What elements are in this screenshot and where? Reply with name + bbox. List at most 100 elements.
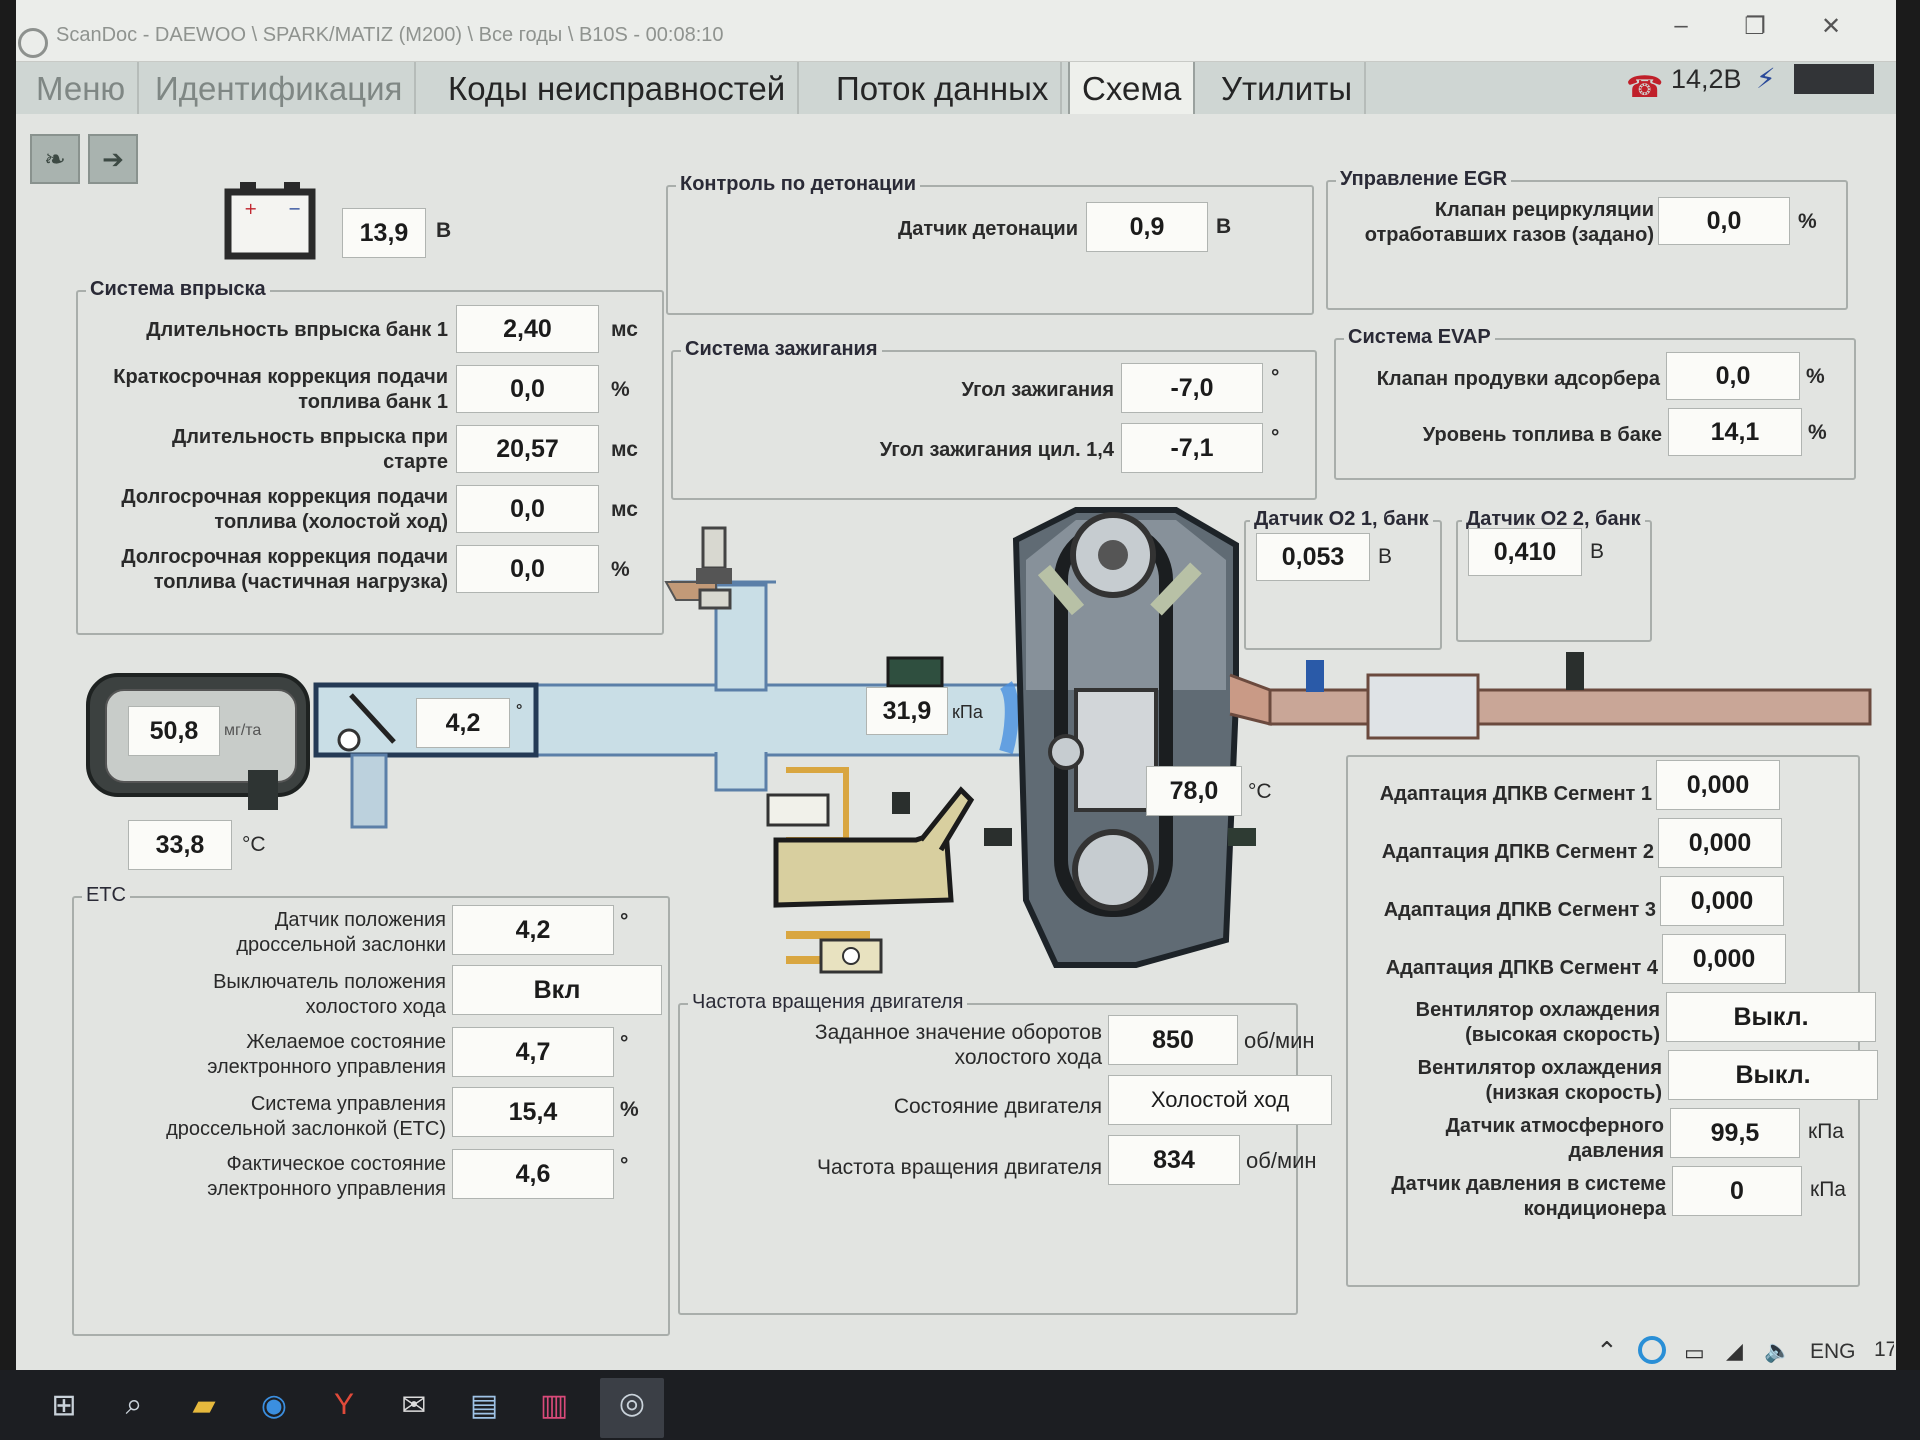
volume-icon[interactable]: 🔈 [1764,1338,1791,1364]
fan-low-label: Вентилятор охлаждения (низкая скорость) [1417,1057,1662,1104]
etc-unit-3: ° [620,1032,629,1055]
battery-tray-icon[interactable]: ▭ [1684,1340,1705,1366]
adapt-label-4: Адаптация ДПКВ Сегмент 4 [1385,957,1658,979]
injection-system-title: Система впрыска [86,278,270,301]
notepad-icon[interactable]: ▤ [462,1388,506,1423]
baro-sensor-label: Датчик атмосферного давления [1445,1115,1664,1162]
injection-unit-1: мс [611,318,638,341]
o2-sensor-2-value: 0,410 [1468,528,1582,576]
knock-control-title: Контроль по детонации [676,173,921,196]
clock[interactable]: 17:00 [1874,1338,1894,1362]
ac-pressure-value: 0 [1672,1166,1802,1216]
fan-high-value: Выкл. [1666,992,1876,1042]
etc-label-5: Фактическое состояние электронного управ… [207,1153,446,1200]
engine-state-value: Холостой ход [1108,1075,1332,1125]
language-indicator[interactable]: ENG [1810,1340,1856,1364]
engine-state-label: Состояние двигателя [893,1095,1102,1118]
evap-unit-2: % [1808,421,1827,444]
fuel-tank-icon [766,767,975,974]
o2-sensor-2-icon [1566,652,1584,690]
engine-icon [984,507,1256,968]
cortana-icon[interactable] [1638,1336,1666,1364]
egr-valve-unit: % [1798,210,1817,233]
o2-sensor-1-unit: В [1378,545,1393,568]
engine-speed-value: 834 [1108,1135,1240,1185]
battery-icon: + − [224,182,316,260]
map-unit: кПа [952,702,983,722]
knock-control-group: Контроль по детонации [666,173,1314,315]
adapt-value-4: 0,000 [1662,934,1786,984]
books-icon[interactable]: ▥ [532,1388,576,1423]
search-icon[interactable]: ⌕ [112,1388,156,1422]
coolant-temp-value: 78,0 [1146,766,1242,816]
map-value: 31,9 [866,687,948,735]
ignition-unit-1: ° [1271,366,1280,389]
etc-label-3: Желаемое состояние электронного управлен… [207,1031,446,1078]
knock-sensor-value: 0,9 [1086,202,1208,252]
folder-icon[interactable]: ▰ [182,1388,226,1423]
evap-label-1: Клапан продувки адсорбера [1376,368,1660,390]
ac-pressure-unit: кПа [1810,1178,1846,1201]
injection-unit-4: мс [611,498,638,521]
battery-voltage-value: 13,9 [342,208,426,258]
adapt-value-2: 0,000 [1658,818,1782,868]
adapt-label-2: Адаптация ДПКВ Сегмент 2 [1381,841,1654,863]
injection-value-2: 0,0 [456,365,599,413]
baro-sensor-unit: кПа [1808,1120,1844,1143]
injection-value-1: 2,40 [456,305,599,353]
ignition-title: Система зажигания [681,338,882,361]
ignition-label-1: Угол зажигания [961,379,1115,401]
injection-label-1: Длительность впрыска банк 1 [146,319,448,341]
ignition-value-1: -7,0 [1121,363,1263,413]
scandoc-icon[interactable]: ◎ [600,1378,664,1438]
coolant-temp-unit: °C [1248,780,1272,803]
intake-air-temp-unit: °C [242,833,266,856]
etc-value-5: 4,6 [452,1149,614,1199]
wifi-icon[interactable]: ◢ [1726,1338,1743,1364]
tray-chevron-icon[interactable]: ⌃ [1596,1336,1618,1367]
egr-valve-label: Клапан рециркуляции отработавших газов (… [1364,199,1654,246]
injection-label-2: Краткосрочная коррекция подачи топлива б… [113,366,448,413]
injection-unit-2: % [611,378,630,401]
throttle-angle-value: 4,2 [416,698,510,748]
egr-title: Управление EGR [1336,168,1512,191]
injection-label-4: Долгосрочная коррекция подачи топлива (х… [121,486,448,533]
evap-value-1: 0,0 [1666,352,1800,400]
etc-value-1: 4,2 [452,905,614,955]
mail-icon[interactable]: ✉ [392,1388,436,1423]
injection-value-3: 20,57 [456,425,599,473]
edge-icon[interactable]: ◉ [252,1388,296,1423]
yandex-icon[interactable]: Y [322,1388,366,1422]
etc-label-2: Выключатель положения холостого хода [213,971,446,1018]
maf-unit: мг/та [224,722,262,739]
knock-sensor-label: Датчик детонации [897,218,1078,240]
injection-label-5: Долгосрочная коррекция подачи топлива (ч… [121,546,448,593]
o2-sensor-1-icon [1306,660,1324,692]
etc-unit-4: % [620,1098,639,1121]
evap-label-2: Уровень топлива в баке [1422,424,1662,446]
etc-value-4: 15,4 [452,1087,614,1137]
idle-speed-target-value: 850 [1108,1015,1238,1065]
baro-sensor-value: 99,5 [1670,1108,1800,1158]
o2-sensor-2-unit: В [1590,540,1605,563]
etc-label-1: Датчик положения дроссельной заслонки [236,909,446,956]
windows-icon[interactable]: ⊞ [42,1388,86,1423]
adapt-value-1: 0,000 [1656,760,1780,810]
svg-text:+: + [244,199,257,218]
injection-label-3: Длительность впрыска при старте [171,426,448,473]
fan-high-label: Вентилятор охлаждения (высокая скорость) [1415,999,1660,1046]
map-sensor-icon [886,656,944,688]
maf-value: 50,8 [128,706,220,756]
injection-value-4: 0,0 [456,485,599,533]
knock-sensor-unit: В [1216,215,1232,238]
injection-unit-3: мс [611,438,638,461]
throttle-angle-unit: ° [516,702,523,719]
egr-valve-icon [664,526,732,610]
ac-pressure-label: Датчик давления в системе кондиционера [1391,1173,1666,1220]
exhaust-pipe-icon [1229,652,1872,740]
etc-unit-1: ° [620,910,629,933]
engine-speed-title: Частота вращения двигателя [688,991,968,1014]
fan-low-value: Выкл. [1668,1050,1878,1100]
evap-unit-1: % [1806,365,1825,388]
app-screen: ScanDoc - DAEWOO \ SPARK/MATIZ (M200) \ … [16,0,1896,1440]
